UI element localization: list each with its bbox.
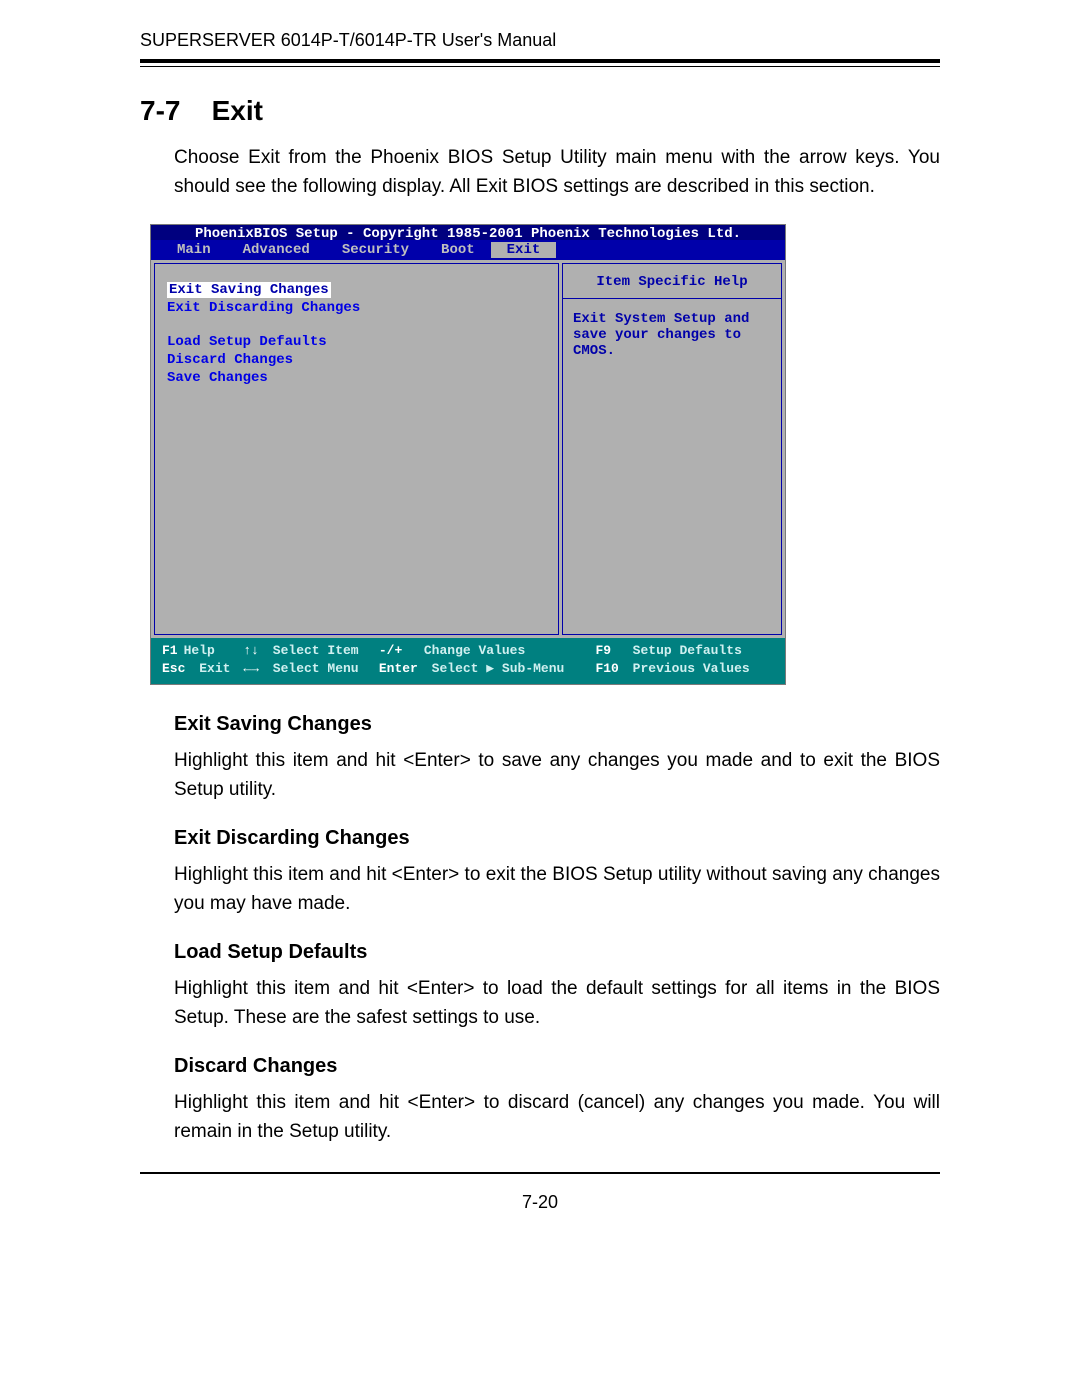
bios-menubar: Main Advanced Security Boot Exit [151, 240, 785, 260]
subheading-load-defaults: Load Setup Defaults [174, 941, 940, 964]
subheading-exit-discarding: Exit Discarding Changes [174, 827, 940, 850]
bios-key-leftright-label: Select Menu [273, 661, 359, 676]
bios-option-exit-saving[interactable]: Exit Saving Changes [167, 282, 331, 298]
bios-menu-boot[interactable]: Boot [425, 242, 491, 258]
bios-key-updown: ↑↓ [243, 643, 265, 658]
bios-help-text: Exit System Setup and save your changes … [563, 299, 781, 371]
bios-key-f1: F1 [162, 643, 184, 658]
bios-key-esc-label: Exit [199, 661, 230, 676]
bios-help-pane: Item Specific Help Exit System Setup and… [562, 263, 782, 635]
bios-menu-security[interactable]: Security [326, 242, 425, 258]
bios-key-f10: F10 [595, 661, 624, 676]
bios-title-bar: PhoenixBIOS Setup - Copyright 1985-2001 … [151, 225, 785, 240]
para-exit-discarding: Highlight this item and hit <Enter> to e… [140, 860, 940, 919]
header-rule [140, 59, 940, 67]
bios-option-exit-discarding[interactable]: Exit Discarding Changes [167, 300, 546, 316]
bios-key-f9: F9 [595, 643, 617, 658]
bios-option-save-changes[interactable]: Save Changes [167, 370, 546, 386]
bios-option-discard-changes[interactable]: Discard Changes [167, 352, 546, 368]
header-text: SUPERSERVER 6014P-T/6014P-TR User's Manu… [140, 30, 556, 50]
para-exit-saving: Highlight this item and hit <Enter> to s… [140, 746, 940, 805]
section-title-text: Exit [212, 95, 263, 126]
section-heading: 7-7 Exit [140, 95, 940, 127]
para-load-defaults: Highlight this item and hit <Enter> to l… [140, 974, 940, 1033]
bios-footer: F1Help ↑↓ Select Item -/+ Change Values … [151, 638, 785, 684]
bios-key-f1-label: Help [184, 643, 215, 658]
page-header: SUPERSERVER 6014P-T/6014P-TR User's Manu… [140, 30, 940, 51]
bios-key-enter: Enter [379, 661, 424, 676]
bios-key-leftright: ←→ [243, 661, 265, 676]
subheading-exit-saving: Exit Saving Changes [174, 713, 940, 736]
bios-key-updown-label: Select Item [273, 643, 359, 658]
subheading-discard-changes: Discard Changes [174, 1055, 940, 1078]
page-number: 7-20 [140, 1192, 940, 1213]
bios-option-load-defaults[interactable]: Load Setup Defaults [167, 334, 546, 350]
bios-screenshot: PhoenixBIOS Setup - Copyright 1985-2001 … [150, 224, 786, 685]
bios-option-gap [167, 318, 546, 334]
bios-help-header: Item Specific Help [563, 264, 781, 299]
para-discard-changes: Highlight this item and hit <Enter> to d… [140, 1088, 940, 1147]
bios-key-enter-label: Select ▶ Sub-Menu [432, 661, 565, 676]
bios-key-f9-label: Setup Defaults [633, 643, 742, 658]
bios-menu-advanced[interactable]: Advanced [227, 242, 326, 258]
section-number: 7-7 [140, 95, 180, 126]
bios-left-pane: Exit Saving Changes Exit Discarding Chan… [154, 263, 559, 635]
bios-key-f10-label: Previous Values [633, 661, 750, 676]
bios-key-esc: Esc [162, 661, 191, 676]
bios-key-plusminus: -/+ [379, 643, 408, 658]
intro-paragraph: Choose Exit from the Phoenix BIOS Setup … [140, 143, 940, 202]
bios-key-plusminus-label: Change Values [424, 643, 525, 658]
bios-menu-exit[interactable]: Exit [491, 242, 557, 258]
bios-menu-main[interactable]: Main [161, 242, 227, 258]
footer-rule [140, 1172, 940, 1174]
